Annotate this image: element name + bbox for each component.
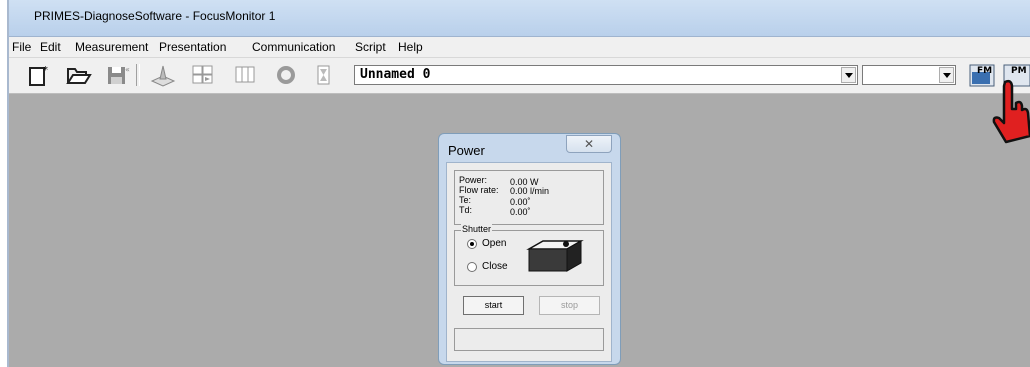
hand-cursor-icon <box>992 79 1030 144</box>
save-icon[interactable]: « <box>104 62 132 88</box>
toolbar-separator <box>136 64 140 86</box>
dialog-client-area: Power: 0.00 W Flow rate: 0.00 l/min Te: … <box>446 162 612 362</box>
menu-edit[interactable]: Edit <box>40 40 61 54</box>
svg-text:«: « <box>125 65 130 74</box>
shutter-legend: Shutter <box>461 224 493 234</box>
close-button[interactable]: ✕ <box>566 135 612 153</box>
pm-label: PM <box>1011 66 1027 76</box>
svg-text:*: * <box>43 65 48 76</box>
flow-rate-value: 0.00 l/min <box>510 186 550 196</box>
menu-bar: File Edit Measurement Presentation Commu… <box>9 37 1030 58</box>
grid-view-icon[interactable] <box>189 62 217 88</box>
td-label: Td: <box>459 205 473 215</box>
window-title: PRIMES-DiagnoseSoftware - FocusMonitor 1 <box>34 9 276 23</box>
shutter-open-label[interactable]: Open <box>482 238 506 249</box>
title-bar: PRIMES-DiagnoseSoftware - FocusMonitor 1 <box>9 0 1030 37</box>
shutter-open-radio[interactable] <box>467 239 477 249</box>
application-window: PRIMES-DiagnoseSoftware - FocusMonitor 1… <box>0 0 1030 367</box>
stop-button[interactable]: stop <box>539 296 600 315</box>
shutter-close-label[interactable]: Close <box>482 261 508 272</box>
menu-help[interactable]: Help <box>398 40 423 54</box>
secondary-combo[interactable] <box>862 65 956 85</box>
toolbar: * « Unnamed 0 FM PM <box>9 58 1030 94</box>
menu-measurement[interactable]: Measurement <box>75 40 148 54</box>
hourglass-icon[interactable] <box>310 62 338 88</box>
start-button[interactable]: start <box>463 296 524 315</box>
3d-view-icon[interactable] <box>149 62 177 88</box>
menu-communication[interactable]: Communication <box>252 40 335 54</box>
close-icon: ✕ <box>583 137 595 151</box>
open-folder-icon[interactable] <box>64 62 92 88</box>
chevron-down-icon[interactable] <box>841 67 856 83</box>
circle-icon[interactable] <box>272 62 300 88</box>
dialog-title: Power <box>448 143 485 158</box>
device-combo-value: Unnamed 0 <box>360 67 431 82</box>
new-document-icon[interactable]: * <box>25 62 53 88</box>
chevron-down-icon[interactable] <box>939 67 954 83</box>
menu-script[interactable]: Script <box>355 40 386 54</box>
window-left-edge <box>0 0 9 367</box>
device-combo[interactable]: Unnamed 0 <box>354 65 858 85</box>
fm-label: FM <box>977 66 992 76</box>
te-value: 0.00˚ <box>510 197 531 207</box>
power-label: Power: <box>459 175 488 185</box>
readings-panel: Power: 0.00 W Flow rate: 0.00 l/min Te: … <box>454 170 604 225</box>
panel-view-icon[interactable] <box>231 62 259 88</box>
menu-file[interactable]: File <box>12 40 31 54</box>
power-dialog: Power ✕ Power: 0.00 W Flow rate: 0.00 l/… <box>438 133 621 365</box>
flow-rate-label: Flow rate: <box>459 185 499 195</box>
shutter-group: Shutter Open Close <box>454 224 604 286</box>
shutter-device-icon <box>526 240 584 272</box>
status-field <box>454 328 604 351</box>
td-value: 0.00˚ <box>510 207 531 217</box>
menu-presentation[interactable]: Presentation <box>159 40 226 54</box>
te-label: Te: <box>459 195 472 205</box>
shutter-close-radio[interactable] <box>467 262 477 272</box>
